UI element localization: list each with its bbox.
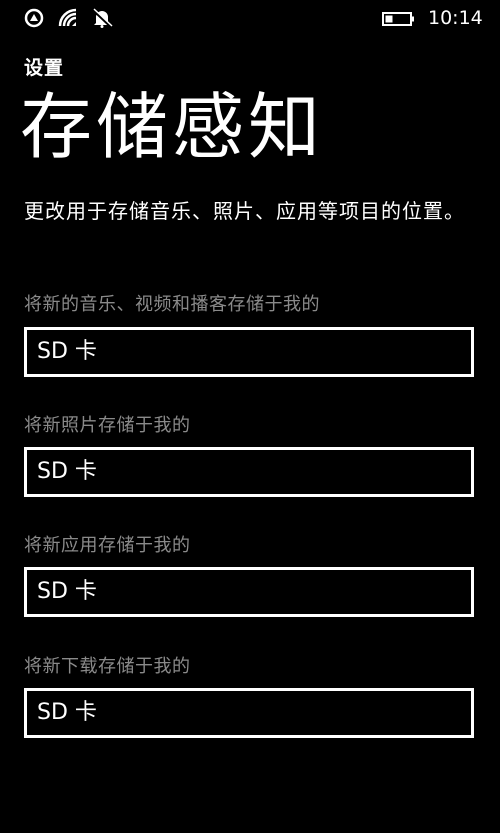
download-storage-select[interactable]: SD 卡: [24, 688, 474, 738]
download-storage-label: 将新下载存储于我的: [24, 656, 191, 677]
download-storage-value: SD 卡: [37, 700, 97, 725]
music-video-storage-select[interactable]: SD 卡: [24, 327, 474, 377]
quiet-hours-bell-icon: [91, 8, 113, 28]
music-video-storage-value: SD 卡: [37, 339, 97, 364]
page-description: 更改用于存储音乐、照片、应用等项目的位置。: [24, 199, 465, 223]
app-storage-label: 将新应用存储于我的: [24, 535, 191, 556]
photo-storage-select[interactable]: SD 卡: [24, 447, 474, 497]
app-storage-select[interactable]: SD 卡: [24, 567, 474, 617]
app-storage-value: SD 卡: [37, 579, 97, 604]
wifi-icon: [58, 8, 80, 28]
photo-storage-label: 将新照片存储于我的: [24, 415, 191, 436]
music-video-storage-label: 将新的音乐、视频和播客存储于我的: [24, 294, 320, 315]
page-title: 存储感知: [20, 85, 325, 169]
battery-icon: [382, 11, 416, 26]
app-title: 设置: [24, 57, 65, 79]
status-bar: 10:14: [0, 0, 500, 36]
cellular-signal-icon: [24, 8, 46, 28]
photo-storage-value: SD 卡: [37, 459, 97, 484]
status-clock: 10:14: [428, 7, 483, 29]
